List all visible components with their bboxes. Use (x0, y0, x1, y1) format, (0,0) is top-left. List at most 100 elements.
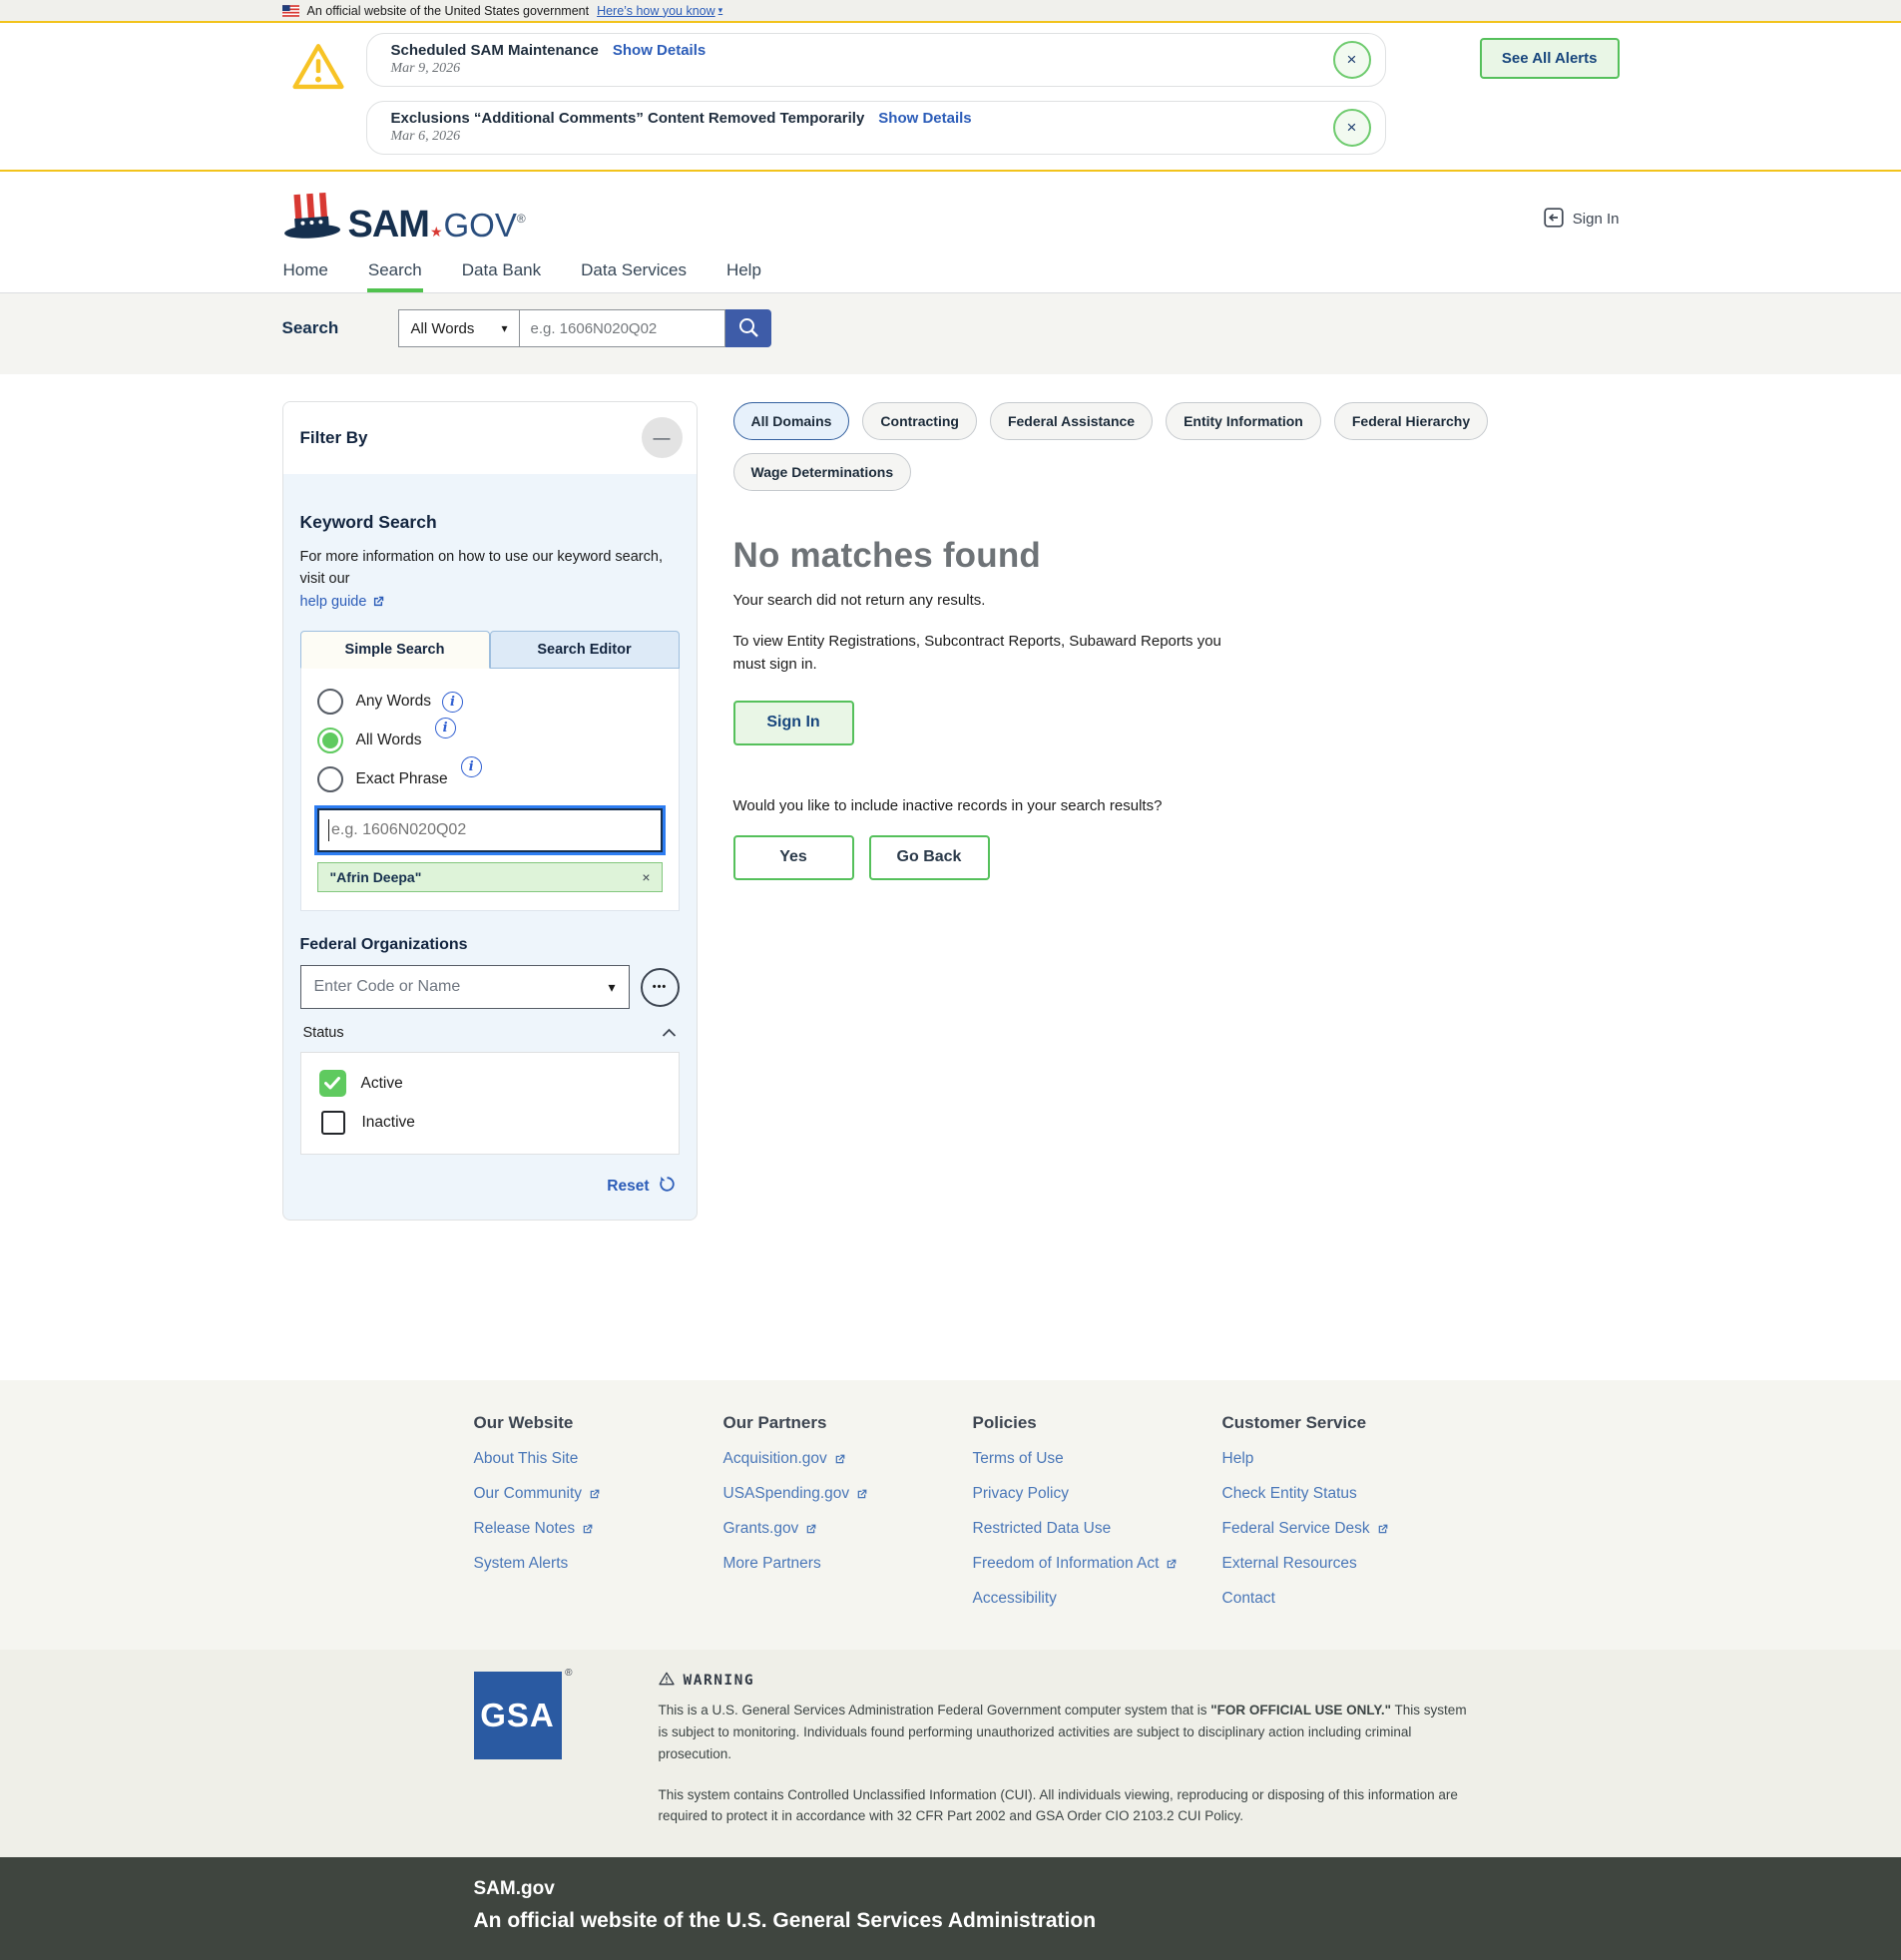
uncle-sam-hat-icon (282, 192, 340, 246)
warning-heading: WARNING (684, 1673, 755, 1689)
alert-show-details-link[interactable]: Show Details (613, 42, 706, 59)
go-back-button[interactable]: Go Back (869, 835, 990, 880)
domain-pill-entity-information[interactable]: Entity Information (1166, 402, 1321, 440)
gsa-logo: GSA (474, 1672, 562, 1759)
keyword-chip: "Afrin Deepa" × (317, 862, 663, 892)
radio-any-words[interactable] (317, 689, 343, 715)
footer-column-policies: Policies Terms of Use Privacy Policy Res… (973, 1413, 1222, 1608)
external-link-icon (804, 1523, 817, 1536)
search-mode-value: All Words (411, 320, 475, 337)
tab-search-editor[interactable]: Search Editor (490, 631, 680, 669)
nav-item-help[interactable]: Help (725, 258, 762, 292)
footer-link-grants-gov[interactable]: Grants.gov (723, 1520, 973, 1538)
footer-link-foia[interactable]: Freedom of Information Act (973, 1555, 1222, 1573)
caret-down-icon: ▾ (501, 321, 507, 335)
site-header: SAM ★ GOV ® Sign In (0, 172, 1901, 258)
sign-in-icon (1544, 208, 1564, 232)
status-options-box: Active Inactive (300, 1052, 680, 1155)
alert-card: Exclusions “Additional Comments” Content… (366, 101, 1386, 155)
footer-link-help[interactable]: Help (1222, 1450, 1472, 1468)
help-guide-link[interactable]: help guide (300, 591, 386, 613)
footer-link-release-notes[interactable]: Release Notes (474, 1520, 723, 1538)
see-all-alerts-button[interactable]: See All Alerts (1480, 38, 1620, 79)
sam-gov-logo[interactable]: SAM ★ GOV ® (282, 192, 526, 246)
nav-item-home[interactable]: Home (282, 258, 329, 292)
footer-link-contact[interactable]: Contact (1222, 1590, 1472, 1608)
logo-registered-mark: ® (517, 212, 526, 226)
nav-item-data-services[interactable]: Data Services (580, 258, 688, 292)
more-options-button[interactable]: ••• (641, 968, 680, 1007)
filter-panel: Filter By — Keyword Search For more info… (282, 401, 698, 1221)
federal-org-placeholder: Enter Code or Name (314, 978, 461, 996)
checkbox-unchecked-icon[interactable] (321, 1111, 345, 1135)
footer-link-more-partners[interactable]: More Partners (723, 1555, 973, 1573)
keyword-search-input[interactable]: e.g. 1606N020Q02 (317, 808, 663, 852)
gov-banner: An official website of the United States… (0, 0, 1901, 21)
footer-link-about-this-site[interactable]: About This Site (474, 1450, 723, 1468)
footer-link-check-entity-status[interactable]: Check Entity Status (1222, 1485, 1472, 1503)
global-search-input[interactable] (520, 309, 725, 347)
footer-link-external-resources[interactable]: External Resources (1222, 1555, 1472, 1573)
footer-link-system-alerts[interactable]: System Alerts (474, 1555, 723, 1573)
status-active-label: Active (361, 1075, 403, 1093)
domain-pill-federal-hierarchy[interactable]: Federal Hierarchy (1334, 402, 1488, 440)
sign-in-link[interactable]: Sign In (1544, 208, 1620, 232)
radio-exact-phrase[interactable] (317, 766, 343, 792)
search-mode-select[interactable]: All Words ▾ (398, 309, 520, 347)
warning-paragraph-1: This is a U.S. General Services Administ… (659, 1700, 1479, 1765)
status-section-toggle[interactable]: Status (300, 1024, 680, 1042)
chevron-up-icon (662, 1024, 677, 1042)
chip-remove-icon[interactable]: × (642, 869, 650, 885)
nav-item-data-bank[interactable]: Data Bank (461, 258, 542, 292)
domain-pill-all-domains[interactable]: All Domains (733, 402, 850, 440)
logo-star-icon: ★ (430, 224, 443, 241)
radio-all-words[interactable] (317, 728, 343, 753)
footer-column-heading: Customer Service (1222, 1413, 1472, 1433)
external-link-icon (371, 595, 385, 609)
checkbox-checked-icon[interactable] (319, 1070, 346, 1097)
info-icon[interactable]: i (461, 756, 482, 777)
yes-button[interactable]: Yes (733, 835, 854, 880)
ellipsis-icon: ••• (653, 981, 668, 993)
gsa-registered-mark: ® (565, 1668, 572, 1679)
info-icon[interactable]: i (442, 692, 463, 713)
tab-simple-search[interactable]: Simple Search (300, 631, 490, 669)
alert-title: Exclusions “Additional Comments” Content… (391, 110, 865, 127)
sign-in-note: To view Entity Registrations, Subcontrac… (733, 630, 1232, 677)
footer-link-accessibility[interactable]: Accessibility (973, 1590, 1222, 1608)
federal-organizations-heading: Federal Organizations (300, 936, 680, 954)
status-option-inactive[interactable]: Inactive (319, 1111, 661, 1135)
footer-link-our-community[interactable]: Our Community (474, 1485, 723, 1503)
warning-section: GSA ® WARNING This is a U.S. General Ser… (0, 1650, 1901, 1857)
alert-close-button[interactable]: × (1333, 109, 1371, 147)
federal-org-select[interactable]: Enter Code or Name ▾ (300, 965, 630, 1009)
search-submit-button[interactable] (725, 309, 771, 347)
sign-in-label: Sign In (1573, 211, 1620, 228)
external-link-icon (855, 1488, 868, 1501)
footer-link-restricted-data-use[interactable]: Restricted Data Use (973, 1520, 1222, 1538)
info-icon[interactable]: i (435, 718, 456, 738)
gov-banner-text: An official website of the United States… (307, 4, 590, 18)
footer-link-usaspending-gov[interactable]: USASpending.gov (723, 1485, 973, 1503)
alert-close-button[interactable]: × (1333, 41, 1371, 79)
external-link-icon (833, 1453, 846, 1466)
footer-link-acquisition-gov[interactable]: Acquisition.gov (723, 1450, 973, 1468)
domain-pill-federal-assistance[interactable]: Federal Assistance (990, 402, 1153, 440)
reset-filters-link[interactable]: Reset (300, 1176, 680, 1198)
footer-link-privacy-policy[interactable]: Privacy Policy (973, 1485, 1222, 1503)
search-strip-label: Search (282, 318, 398, 338)
domain-pill-contracting[interactable]: Contracting (862, 402, 977, 440)
nav-item-search[interactable]: Search (367, 258, 423, 292)
domain-pill-wage-determinations[interactable]: Wage Determinations (733, 453, 912, 491)
us-flag-icon (282, 5, 299, 17)
alert-show-details-link[interactable]: Show Details (878, 110, 971, 127)
gov-banner-disclosure-link[interactable]: Here’s how you know ▾ (597, 4, 722, 18)
filter-panel-title: Filter By (300, 428, 368, 448)
status-option-active[interactable]: Active (319, 1070, 661, 1097)
footer-link-federal-service-desk[interactable]: Federal Service Desk (1222, 1520, 1472, 1538)
footer-column-heading: Our Website (474, 1413, 723, 1433)
warning-triangle-icon (290, 41, 346, 98)
footer-link-terms-of-use[interactable]: Terms of Use (973, 1450, 1222, 1468)
sign-in-button[interactable]: Sign In (733, 701, 854, 745)
collapse-filters-button[interactable]: — (642, 417, 683, 458)
